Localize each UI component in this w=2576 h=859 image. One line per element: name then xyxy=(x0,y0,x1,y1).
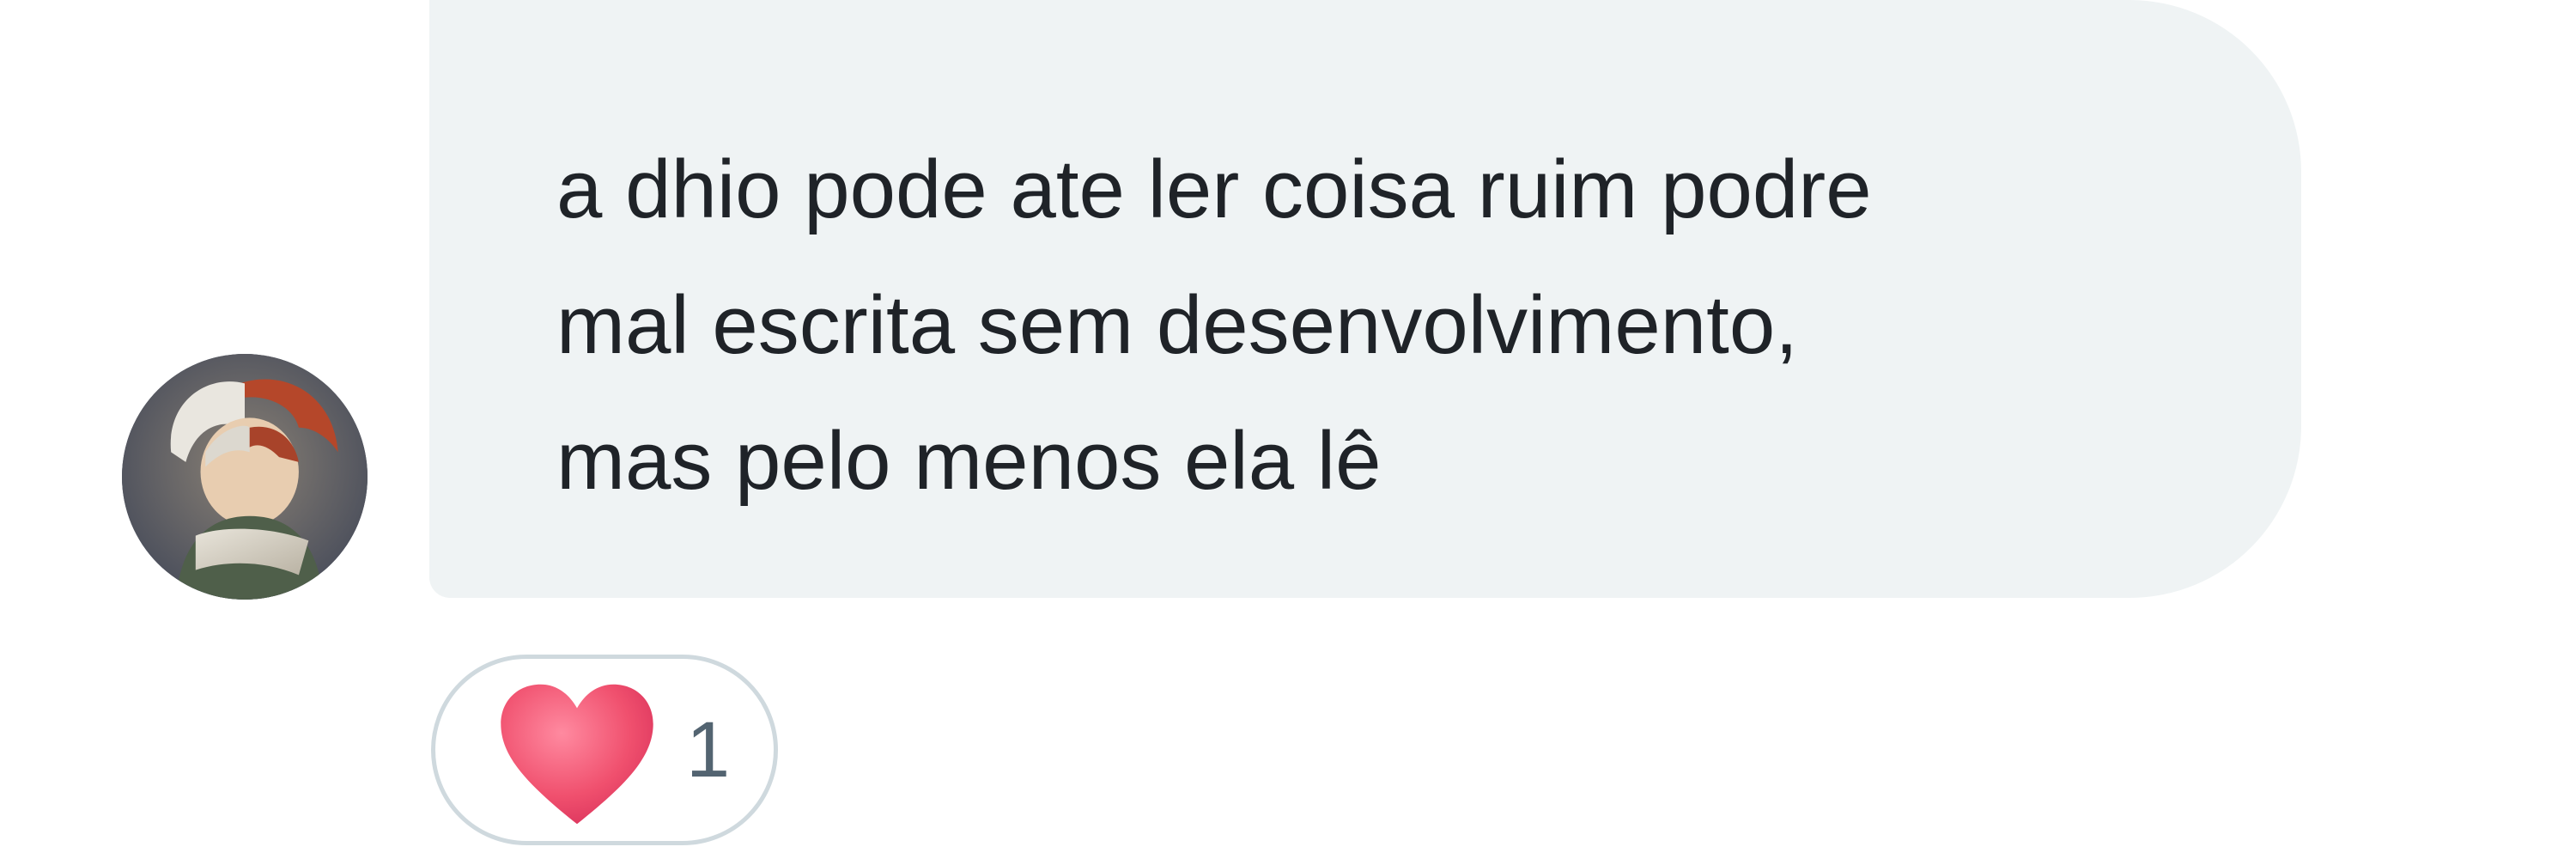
reaction-count: 1 xyxy=(686,706,731,794)
avatar-image xyxy=(122,354,368,600)
message-line: mas pelo menos ela lê xyxy=(556,415,1382,507)
avatar[interactable] xyxy=(122,354,368,600)
message-bubble[interactable]: a dhio pode ate ler coisa ruim podre mal… xyxy=(429,0,2301,598)
red-heart-icon xyxy=(497,681,657,827)
reaction-button[interactable]: 1 xyxy=(431,655,778,845)
message-line: mal escrita sem desenvolvimento, xyxy=(556,279,1798,371)
message-line: a dhio pode ate ler coisa ruim podre xyxy=(556,143,1872,235)
